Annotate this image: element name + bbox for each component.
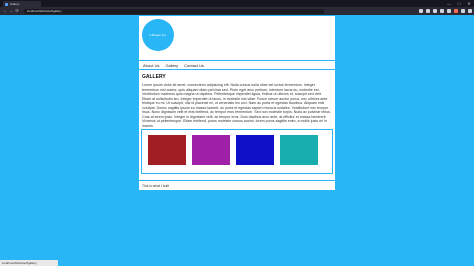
reload-icon[interactable]: ⟳	[14, 7, 20, 15]
site-nav: About Us Gallery Contact Us	[139, 60, 335, 70]
tab-title: Gallery	[10, 2, 20, 6]
shield-icon[interactable]	[433, 9, 437, 13]
logo-text: A Dream Inc.	[149, 33, 167, 37]
navigation-toolbar: ← → ⟳ localhost/Website/#gallery	[0, 7, 474, 15]
download-icon[interactable]	[440, 9, 444, 13]
window-controls: — □ ✕	[444, 0, 474, 7]
gallery	[141, 129, 333, 174]
minimize-icon[interactable]: —	[444, 0, 454, 7]
site-footer: This is what I built	[139, 180, 335, 190]
close-icon[interactable]: ✕	[464, 0, 474, 7]
account-icon[interactable]	[454, 9, 458, 13]
nav-link-contact[interactable]: Contact Us	[184, 63, 204, 68]
gallery-image-teal[interactable]	[280, 135, 318, 165]
library-icon[interactable]	[447, 9, 451, 13]
site-header: A Dream Inc.	[139, 16, 335, 60]
nav-link-about[interactable]: About Us	[143, 63, 159, 68]
gallery-image-purple[interactable]	[192, 135, 230, 165]
address-bar-text: localhost/Website/#gallery	[27, 9, 62, 13]
body-paragraph: Lorem ipsum dolor sit amet, consectetur …	[142, 83, 331, 128]
gallery-image-red[interactable]	[148, 135, 186, 165]
status-bar: localhost/Website/#gallery	[0, 260, 58, 266]
footer-text: This is what I built	[142, 183, 169, 188]
toolbar-icons	[419, 9, 472, 13]
tab-strip: Gallery — □ ✕	[0, 0, 474, 7]
bookmark-icon[interactable]	[461, 9, 465, 13]
address-bar[interactable]: localhost/Website/#gallery	[24, 8, 324, 14]
favicon-icon	[5, 2, 8, 6]
extension-icon[interactable]	[419, 9, 423, 13]
logo[interactable]: A Dream Inc.	[142, 19, 174, 51]
gear-icon[interactable]	[426, 9, 430, 13]
status-url: localhost/Website/#gallery	[2, 261, 37, 265]
browser-chrome: Gallery — □ ✕ ← → ⟳ localhost/Website/#g…	[0, 0, 474, 15]
section-title: GALLERY	[142, 74, 166, 80]
menu-icon[interactable]	[468, 9, 472, 13]
page-container: A Dream Inc. About Us Gallery Contact Us…	[138, 15, 336, 191]
maximize-icon[interactable]: □	[454, 0, 464, 7]
nav-link-gallery[interactable]: Gallery	[165, 63, 178, 68]
gallery-image-blue[interactable]	[236, 135, 274, 165]
main-content: GALLERY Lorem ipsum dolor sit amet, cons…	[142, 74, 332, 128]
